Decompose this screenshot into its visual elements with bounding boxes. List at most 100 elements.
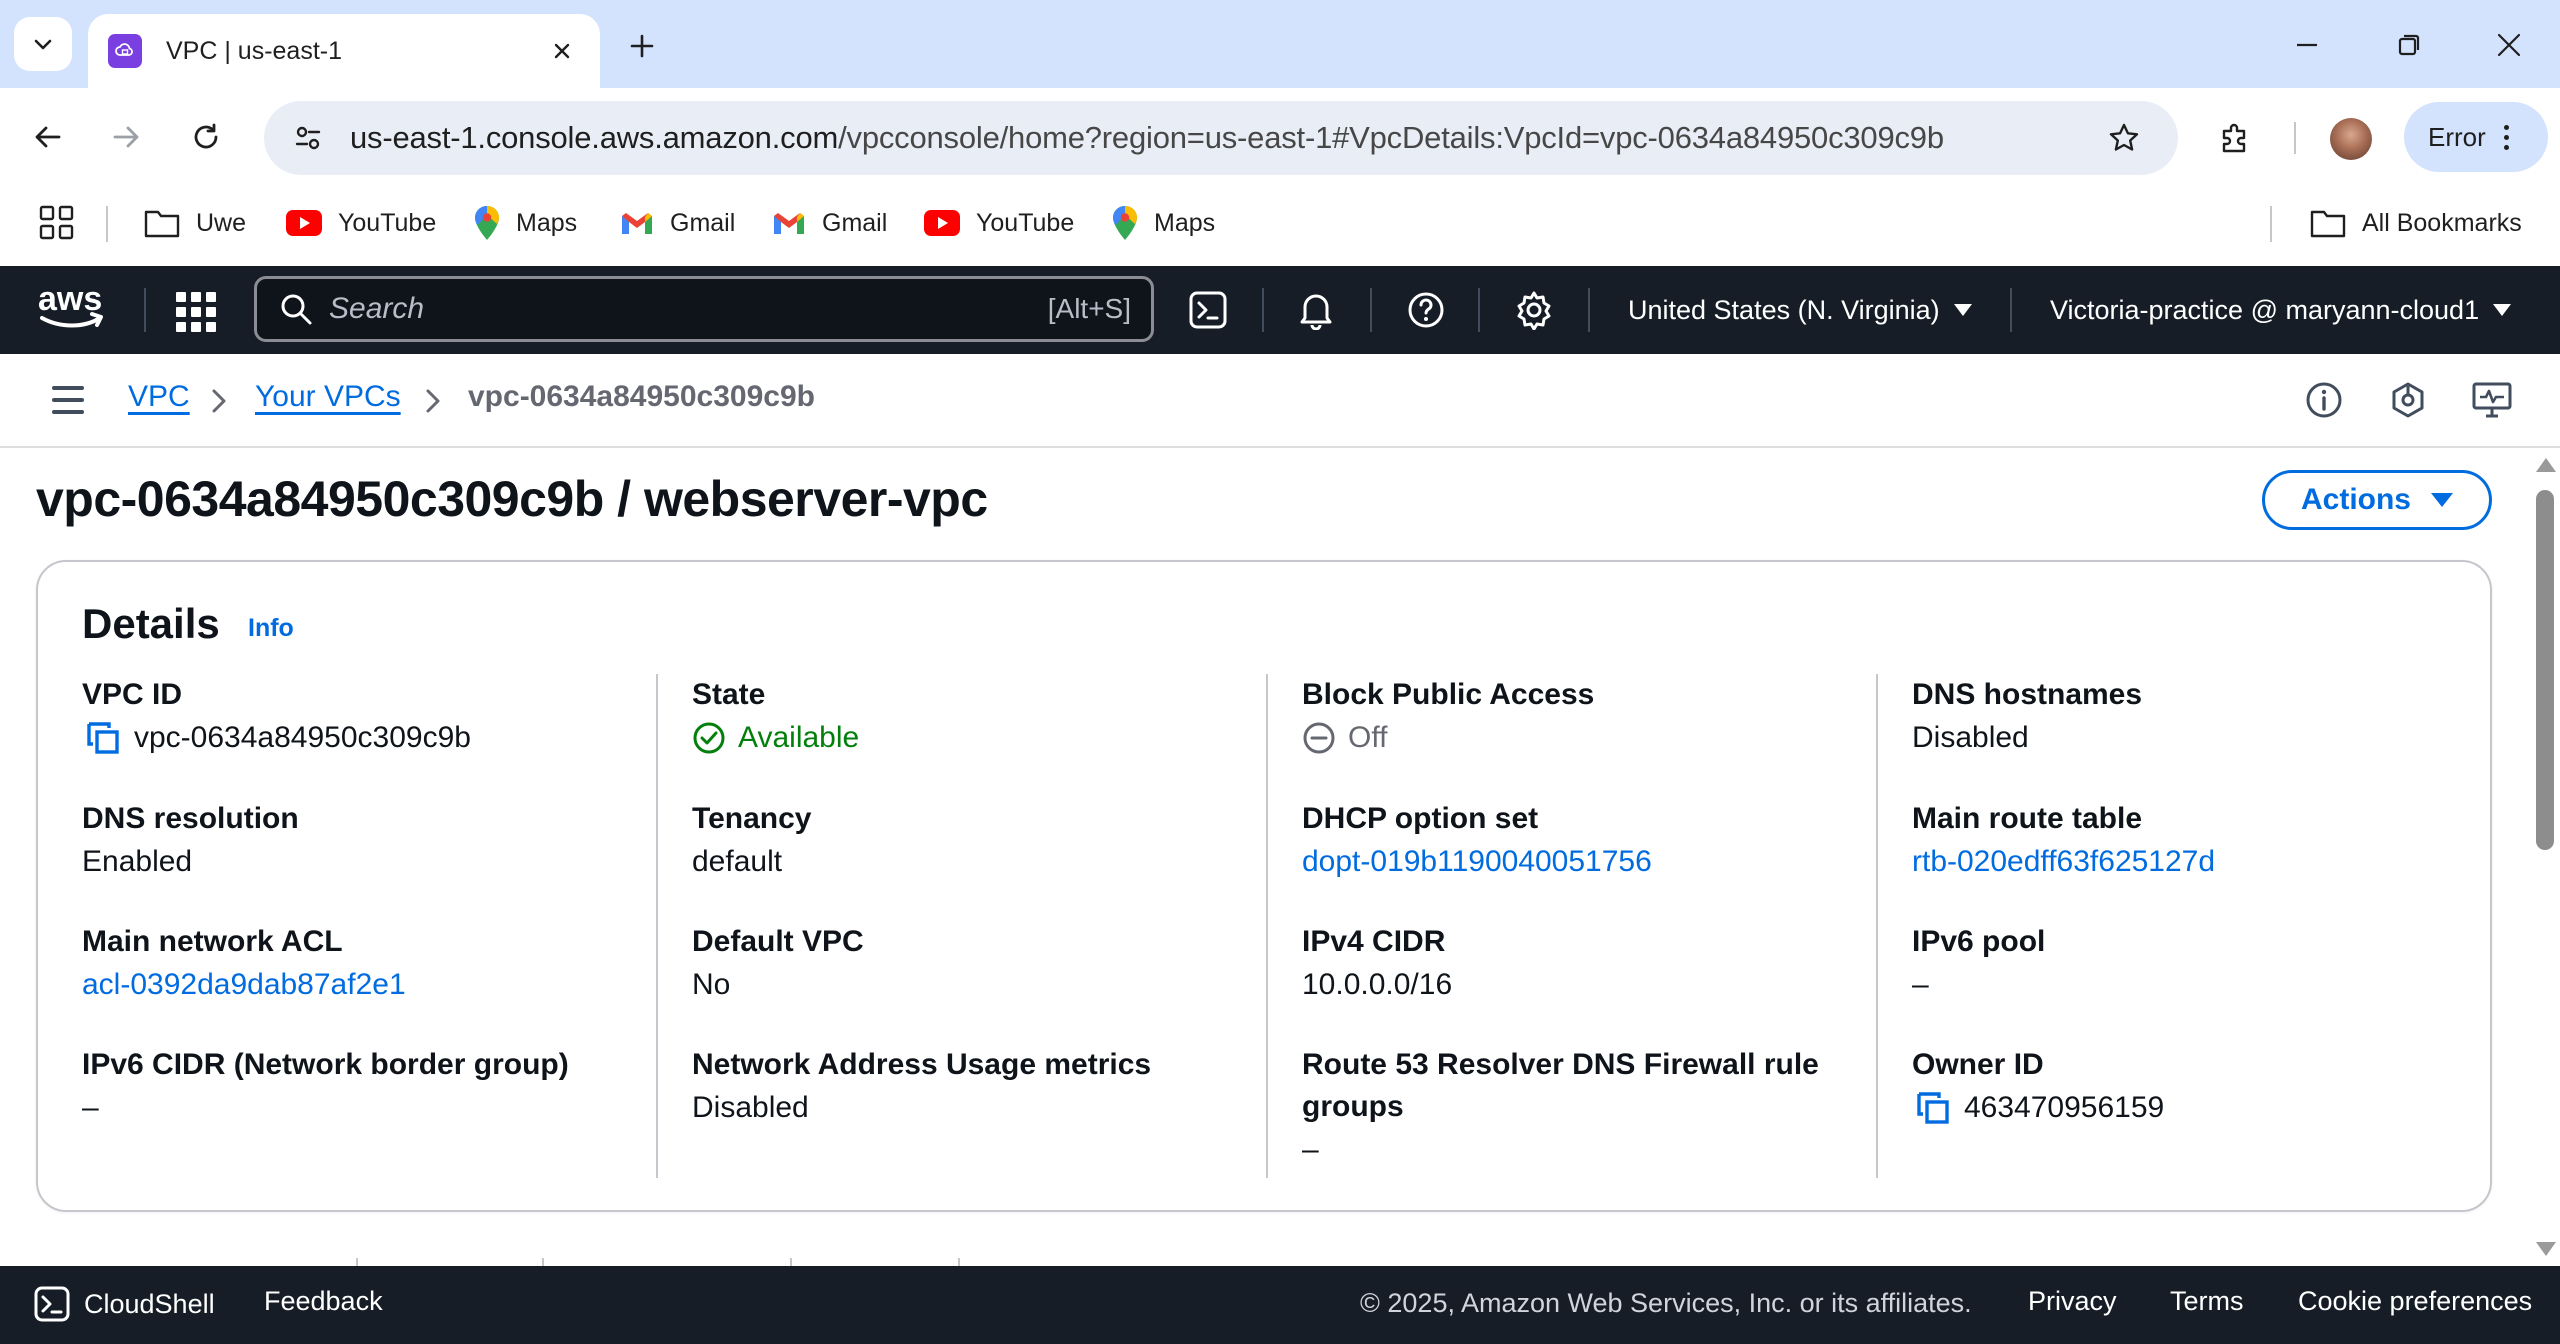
column-divider	[656, 674, 658, 1178]
info-circle-icon[interactable]	[2302, 378, 2346, 422]
account-menu[interactable]: Victoria-practice @ maryann-cloud1	[2050, 286, 2512, 334]
notifications-bell-icon[interactable]	[1294, 288, 1338, 332]
bookmark-maps-2[interactable]: Maps	[1112, 198, 1215, 248]
caret-down-icon	[2431, 493, 2453, 507]
aws-logo-icon[interactable]: aws	[36, 280, 108, 341]
restore-window-icon[interactable]	[2384, 20, 2434, 70]
reload-icon[interactable]	[182, 113, 230, 161]
bookmark-gmail-2[interactable]: Gmail	[772, 198, 887, 248]
bookmark-star-icon[interactable]	[2100, 114, 2148, 162]
bookmark-youtube-2[interactable]: YouTube	[924, 198, 1074, 248]
aws-footer: CloudShell Feedback © 2025, Amazon Web S…	[0, 1266, 2560, 1344]
field-label: DNS resolution	[82, 802, 299, 835]
bookmarks-divider	[106, 206, 108, 242]
close-window-icon[interactable]	[2484, 20, 2534, 70]
monitor-pulse-icon[interactable]	[2470, 378, 2514, 422]
field-label: Owner ID	[1912, 1048, 2044, 1081]
extensions-puzzle-icon[interactable]	[2210, 113, 2260, 163]
all-bookmarks[interactable]: All Bookmarks	[2310, 198, 2522, 248]
field-label: State	[692, 678, 766, 711]
nav-divider	[1588, 288, 1590, 332]
url-text: us-east-1.console.aws.amazon.com/vpccons…	[350, 120, 1944, 156]
copy-icon[interactable]	[86, 721, 122, 755]
bookmark-maps[interactable]: Maps	[474, 198, 577, 248]
back-arrow-icon[interactable]	[24, 113, 72, 161]
bookmarks-divider	[2270, 206, 2272, 242]
caret-down-icon	[1953, 304, 1972, 316]
field-owner-id: Owner ID 463470956159	[1912, 1044, 2482, 1130]
bookmark-youtube[interactable]: YouTube	[286, 198, 436, 248]
field-value: vpc-0634a84950c309c9b	[82, 716, 652, 760]
field-ipv6-pool: IPv6 pool –	[1912, 921, 2482, 1007]
breadcrumb-your-vpcs[interactable]: Your VPCs	[255, 380, 401, 414]
nav-divider	[144, 288, 146, 332]
field-label: DHCP option set	[1302, 802, 1539, 835]
tab-close-icon[interactable]	[544, 33, 580, 69]
column-divider	[1876, 674, 1878, 1178]
search-icon	[279, 292, 313, 326]
aws-search-input[interactable]	[329, 284, 1048, 334]
field-value: Off	[1302, 716, 1872, 760]
address-bar[interactable]: us-east-1.console.aws.amazon.com/vpccons…	[264, 101, 2178, 175]
footer-feedback-link[interactable]: Feedback	[264, 1286, 383, 1317]
settings-gear-icon[interactable]	[1512, 288, 1556, 332]
footer-terms-link[interactable]: Terms	[2170, 1286, 2244, 1317]
field-main-route-table: Main route table rtb-020edff63f625127d	[1912, 798, 2482, 884]
services-menu-grid-icon[interactable]	[176, 292, 216, 332]
footer-cookie-preferences-link[interactable]: Cookie preferences	[2298, 1286, 2532, 1317]
details-info-link[interactable]: Info	[248, 614, 294, 643]
nav-divider	[2010, 288, 2012, 332]
main-network-acl-link[interactable]: acl-0392da9dab87af2e1	[82, 963, 652, 1007]
copy-icon[interactable]	[1916, 1091, 1952, 1125]
aws-search-bar[interactable]: [Alt+S]	[254, 276, 1154, 342]
bookmark-gmail[interactable]: Gmail	[620, 198, 735, 248]
dhcp-option-set-link[interactable]: dopt-019b1190040051756	[1302, 840, 1872, 884]
vpc-favicon-icon	[108, 34, 142, 68]
field-value: Disabled	[692, 1091, 809, 1124]
breadcrumb-vpc[interactable]: VPC	[128, 380, 190, 414]
field-label: VPC ID	[82, 678, 183, 711]
side-nav-hamburger-icon[interactable]	[52, 386, 84, 414]
tab-search-dropdown-button[interactable]	[14, 17, 72, 71]
new-tab-plus-icon[interactable]	[620, 24, 664, 68]
field-nau-metrics: Network Address Usage metrics Disabled	[692, 1044, 1262, 1130]
footer-cloudshell-button[interactable]: CloudShell	[34, 1286, 215, 1322]
bookmark-label: Maps	[516, 208, 578, 237]
region-selector[interactable]: United States (N. Virginia)	[1628, 286, 1972, 334]
main-route-table-link[interactable]: rtb-020edff63f625127d	[1912, 840, 2482, 884]
field-route53-firewall: Route 53 Resolver DNS Firewall rule grou…	[1302, 1044, 1842, 1172]
page-title: vpc-0634a84950c309c9b / webserver-vpc	[36, 471, 988, 527]
scrollbar-thumb[interactable]	[2536, 490, 2554, 850]
scroll-up-arrow-icon[interactable]	[2536, 458, 2556, 472]
help-question-icon[interactable]	[1404, 288, 1448, 332]
forward-arrow-icon[interactable]	[102, 113, 150, 161]
block-public-access-value: Off	[1348, 721, 1388, 754]
field-dns-resolution: DNS resolution Enabled	[82, 798, 652, 884]
status-success-check-icon	[692, 721, 726, 755]
field-value: Disabled	[1912, 721, 2029, 754]
apps-grid-icon[interactable]	[38, 204, 76, 242]
all-bookmarks-label: All Bookmarks	[2362, 208, 2522, 237]
field-value: No	[692, 968, 731, 1001]
field-label: Block Public Access	[1302, 678, 1595, 711]
scroll-down-arrow-icon[interactable]	[2536, 1242, 2556, 1256]
column-divider	[1266, 674, 1268, 1178]
profile-avatar[interactable]	[2330, 118, 2372, 160]
search-shortcut-hint: [Alt+S]	[1047, 293, 1131, 324]
cloudshell-terminal-icon[interactable]	[1186, 288, 1230, 332]
browser-tab-active[interactable]: VPC | us-east-1	[88, 14, 600, 88]
field-default-vpc: Default VPC No	[692, 921, 1262, 1007]
aws-top-nav: aws [Alt+S] United States (N. Virginia) …	[0, 266, 2560, 354]
site-info-tune-icon[interactable]	[284, 114, 332, 162]
minimize-window-icon[interactable]	[2282, 20, 2332, 70]
nav-divider	[1262, 288, 1264, 332]
field-value: Enabled	[82, 845, 193, 878]
chrome-menu-kebab-icon[interactable]	[2503, 124, 2509, 150]
footer-privacy-link[interactable]: Privacy	[2028, 1286, 2117, 1317]
profile-error-chip[interactable]: Error	[2404, 102, 2548, 172]
actions-dropdown-button[interactable]: Actions	[2262, 470, 2492, 530]
bookmark-uwe[interactable]: Uwe	[144, 198, 246, 248]
bookmark-label: Maps	[1154, 208, 1216, 237]
security-hexagon-icon[interactable]	[2386, 378, 2430, 422]
maps-icon	[474, 205, 500, 241]
